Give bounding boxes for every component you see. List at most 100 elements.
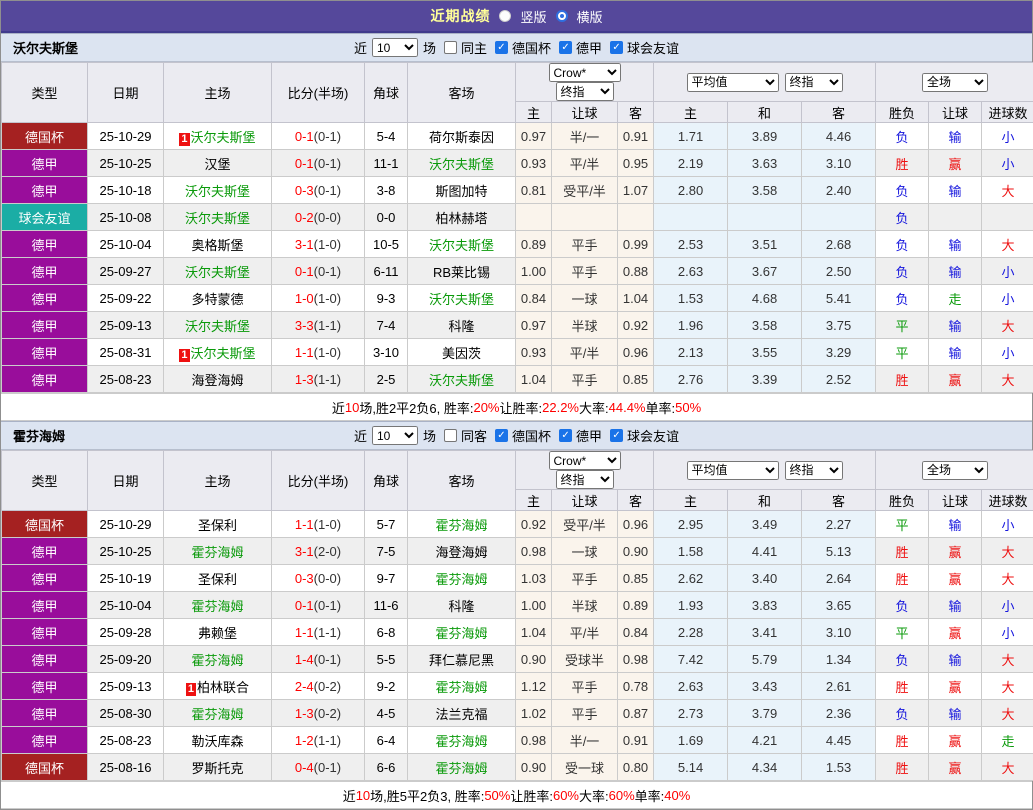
result-handicap: 输 [929,123,982,150]
score-cell: 0-1(0-1) [272,123,365,150]
avg-select-0[interactable]: 平均值 [687,73,779,92]
avg-draw-odds: 3.63 [728,150,802,177]
summary-segment: 大率: [579,398,609,417]
league-label: 球会友谊 [627,38,679,57]
result-winlose: 胜 [876,565,929,592]
recent-count-select-1[interactable]: 10 [372,426,418,445]
final-select-a-1[interactable]: 终指 [556,470,614,489]
col-header-avg-0: 主 [654,102,728,123]
same-venue-checkbox-1[interactable] [444,429,457,442]
league-type-cell: 德甲 [2,285,88,312]
match-row: 德甲25-08-23勒沃库森1-2(1-1)6-4霍芬海姆0.98半/一0.91… [2,727,1033,754]
avg-away-odds: 3.65 [802,592,876,619]
home-team: 汉堡 [164,150,272,177]
full-score: 0-1 [295,264,314,279]
half-score: (0-2) [314,679,341,694]
handicap-away-odds: 0.96 [618,511,654,538]
avg-draw-odds: 4.41 [728,538,802,565]
col-header-base-5: 客场 [408,63,516,123]
away-team: 霍芬海姆 [408,565,516,592]
league-type-cell: 德甲 [2,673,88,700]
col-header-full-1: 让球 [929,490,982,511]
result-winlose: 平 [876,619,929,646]
handicap-line: 半/一 [552,727,618,754]
crow-select-0[interactable]: Crow* [549,63,621,82]
home-team-name: 沃尔夫斯堡 [185,211,250,226]
league-checkbox-0-0[interactable] [495,41,508,54]
away-team-name: RB莱比锡 [433,265,490,280]
avg-home-odds: 1.96 [654,312,728,339]
same-venue-checkbox-0[interactable] [444,41,457,54]
score-cell: 0-1(0-1) [272,258,365,285]
summary-segment: 单率: [635,786,665,805]
final-select-b-0[interactable]: 终指 [785,73,843,92]
handicap-line: 受平/半 [552,177,618,204]
radio-horizontal-label[interactable]: 横版 [577,7,603,26]
header-group-row: 类型日期主场比分(半场)角球客场Crow*终指平均值终指全场 [2,451,1033,490]
avg-draw-odds: 3.89 [728,123,802,150]
half-score: (0-1) [314,264,341,279]
match-row: 德甲25-10-04霍芬海姆0-1(0-1)11-6科隆1.00半球0.891.… [2,592,1033,619]
summary-segment: 单率: [646,398,676,417]
match-date: 25-10-25 [88,538,164,565]
half-score: (1-0) [314,237,341,252]
fullmatch-select-1[interactable]: 全场 [922,461,988,480]
score-cell: 3-3(1-1) [272,312,365,339]
recent-count-select-0[interactable]: 10 [372,38,418,57]
corner-cell: 3-10 [365,339,408,366]
handicap-away-odds: 0.89 [618,592,654,619]
match-date: 25-10-08 [88,204,164,231]
avg-draw-odds: 3.79 [728,700,802,727]
home-team-name: 圣保利 [198,518,237,533]
league-checkbox-0-1[interactable] [559,41,572,54]
half-score: (1-1) [314,318,341,333]
league-checkbox-1-2[interactable] [610,429,623,442]
league-type-cell: 德国杯 [2,754,88,781]
page-title: 近期战绩 [430,6,490,26]
handicap-away-odds: 0.85 [618,565,654,592]
avg-draw-odds [728,204,802,231]
avg-away-odds: 3.75 [802,312,876,339]
avg-draw-odds: 3.51 [728,231,802,258]
away-team-name: 霍芬海姆 [435,680,487,695]
league-checkbox-1-1[interactable] [559,429,572,442]
col-header-full-2: 进球数 [982,490,1033,511]
radio-horizontal-layout[interactable] [556,10,568,22]
match-row: 德甲25-09-13沃尔夫斯堡3-3(1-1)7-4科隆0.97半球0.921.… [2,312,1033,339]
result-winlose: 胜 [876,366,929,393]
match-row: 德甲25-09-27沃尔夫斯堡0-1(0-1)6-11RB莱比锡1.00平手0.… [2,258,1033,285]
away-team: 霍芬海姆 [408,727,516,754]
avg-draw-odds: 3.40 [728,565,802,592]
col-header-base-4: 角球 [365,451,408,511]
handicap-home-odds: 0.98 [516,727,552,754]
avg-away-odds: 2.27 [802,511,876,538]
full-score: 2-4 [295,679,314,694]
match-row: 德甲25-10-25汉堡0-1(0-1)11-1沃尔夫斯堡0.93平/半0.95… [2,150,1033,177]
final-select-a-0[interactable]: 终指 [556,82,614,101]
score-cell: 1-1(1-1) [272,619,365,646]
result-goals: 大 [982,673,1033,700]
final-select-b-1[interactable]: 终指 [785,461,843,480]
result-handicap: 输 [929,231,982,258]
corner-cell: 4-5 [365,700,408,727]
radio-vertical-layout[interactable] [499,10,511,22]
away-team-name: 沃尔夫斯堡 [429,157,494,172]
away-team: 斯图加特 [408,177,516,204]
radio-vertical-label[interactable]: 竖版 [520,7,546,26]
avg-home-odds: 1.53 [654,285,728,312]
avg-select-1[interactable]: 平均值 [687,461,779,480]
fullmatch-select-0[interactable]: 全场 [922,73,988,92]
league-checkbox-0-2[interactable] [610,41,623,54]
match-date: 25-08-30 [88,700,164,727]
league-checkbox-1-0[interactable] [495,429,508,442]
rank-badge: 1 [186,683,196,696]
away-team-name: 法兰克福 [435,707,487,722]
handicap-away-odds: 0.91 [618,123,654,150]
away-team-name: 沃尔夫斯堡 [429,292,494,307]
crow-select-1[interactable]: Crow* [549,451,621,470]
result-winlose: 负 [876,285,929,312]
away-team: 霍芬海姆 [408,619,516,646]
match-row: 德甲25-09-22多特蒙德1-0(1-0)9-3沃尔夫斯堡0.84一球1.04… [2,285,1033,312]
col-header-base-3: 比分(半场) [272,63,365,123]
match-date: 25-09-28 [88,619,164,646]
